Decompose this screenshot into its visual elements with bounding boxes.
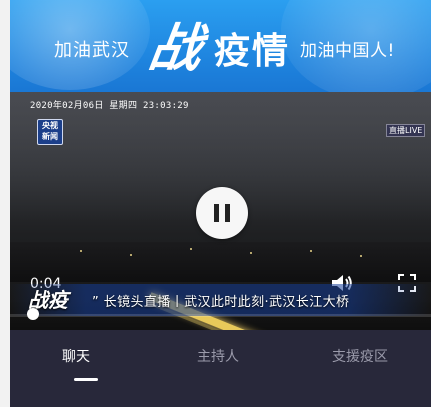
city-light <box>250 252 252 254</box>
ticker-text: ” 长镜头直播丨武汉此时此刻·武汉长江大桥 <box>92 295 350 310</box>
city-light <box>130 254 132 256</box>
left-edge-strip <box>0 0 10 407</box>
app-frame: 加油武汉 战 疫情 加油中国人! 2020年02月06日 星期四 23:03:2… <box>0 0 431 407</box>
news-ticker: 战疫 ” 长镜头直播丨武汉此时此刻·武汉长江大桥 <box>10 284 431 316</box>
progress-handle[interactable] <box>27 308 39 320</box>
channel-logo: 央视 新闻 <box>37 119 63 145</box>
video-skyline <box>10 242 431 282</box>
city-light <box>360 255 362 257</box>
header-banner: 加油武汉 战 疫情 加油中国人! <box>10 0 431 92</box>
video-datetime: 2020年02月06日 星期四 23:03:29 <box>30 101 189 111</box>
tab-host[interactable]: 主持人 <box>197 346 239 366</box>
tab-support-zone[interactable]: 支援疫区 <box>332 346 388 366</box>
progress-track[interactable] <box>10 314 431 317</box>
tab-bar: 聊天 主持人 支援疫区 <box>10 330 431 407</box>
city-light <box>190 248 192 250</box>
banner-right-slogan: 加油中国人! <box>300 41 395 61</box>
pause-icon <box>214 204 219 222</box>
banner-title-char: 战 <box>145 19 206 79</box>
banner-title-rest: 疫情 <box>214 31 291 72</box>
pause-button[interactable] <box>196 187 248 239</box>
tab-chat[interactable]: 聊天 <box>62 346 90 366</box>
city-light <box>80 250 82 252</box>
channel-logo-line2: 新闻 <box>42 132 58 141</box>
channel-logo-line1: 央视 <box>42 121 58 130</box>
city-light <box>310 250 312 252</box>
pause-icon <box>225 204 230 222</box>
active-tab-indicator <box>74 378 98 381</box>
banner-left-slogan: 加油武汉 <box>54 40 130 61</box>
live-badge: 直播LIVE <box>386 124 426 137</box>
